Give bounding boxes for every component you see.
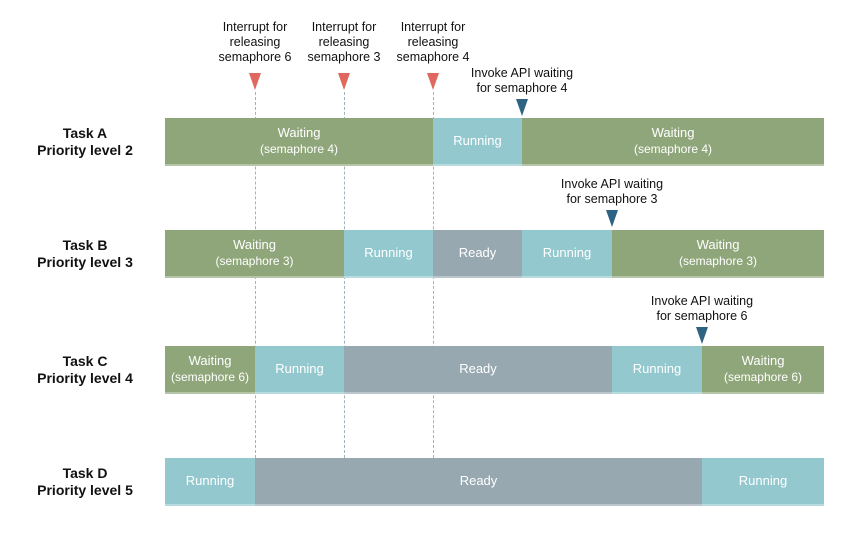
state-segment-running: Running: [344, 230, 433, 278]
task-name: Task D: [62, 465, 108, 481]
annotation-line: semaphore 4: [396, 50, 470, 64]
annotation-line: Invoke API waiting: [560, 177, 664, 191]
annotation-line: for semaphore 3: [566, 192, 658, 206]
annotation-line: Invoke API waiting: [470, 66, 574, 80]
segment-label: Running: [275, 361, 324, 376]
segment-label: Running: [185, 473, 235, 488]
segment-sublabel: (semaphore 3): [215, 254, 294, 268]
state-segment-running: Running: [255, 346, 344, 394]
api-call-marker-icon: [606, 210, 618, 227]
task-label: Task B Priority level 3: [20, 237, 150, 271]
annotation-line: releasing: [407, 35, 459, 49]
interrupt-marker-icon: [427, 73, 439, 90]
segment-label: Waiting: [188, 353, 232, 368]
task-label: Task C Priority level 4: [20, 353, 150, 387]
state-segment-running: Running: [165, 458, 255, 506]
api-call-annotation: Invoke API waiting for semaphore 4: [457, 66, 587, 96]
segment-label: Ready: [458, 245, 497, 260]
state-segment-running: Running: [433, 118, 522, 166]
segment-label: Ready: [459, 361, 497, 376]
annotation-line: Interrupt for: [400, 20, 466, 34]
api-call-annotation: Invoke API waiting for semaphore 6: [637, 294, 767, 324]
state-segment-waiting: Waiting (semaphore 6): [165, 346, 255, 394]
interrupt-marker-icon: [249, 73, 261, 90]
task-name: Task C: [62, 353, 108, 369]
state-segment-waiting: Waiting (semaphore 6): [702, 346, 824, 394]
state-segment-running: Running: [612, 346, 702, 394]
interrupt-annotation: Interrupt for releasing semaphore 4: [368, 20, 498, 65]
segment-label: Running: [542, 245, 592, 260]
api-call-marker-icon: [696, 327, 708, 344]
segment-label: Running: [364, 245, 413, 260]
task-priority: Priority level 4: [37, 370, 133, 386]
segment-label: Running: [632, 361, 682, 376]
task-priority: Priority level 5: [37, 482, 133, 498]
annotation-line: for semaphore 6: [656, 309, 748, 323]
api-call-marker-icon: [516, 99, 528, 116]
segment-label: Waiting: [696, 237, 740, 252]
task-priority: Priority level 2: [37, 142, 133, 158]
task-name: Task B: [62, 237, 108, 253]
segment-sublabel: (semaphore 4): [259, 142, 339, 156]
task-name: Task A: [62, 125, 108, 141]
state-segment-waiting: Waiting (semaphore 4): [522, 118, 824, 166]
state-segment-waiting: Waiting (semaphore 3): [165, 230, 344, 278]
annotation-line: for semaphore 4: [476, 81, 568, 95]
segment-label: Waiting: [233, 237, 276, 252]
segment-sublabel: (semaphore 6): [170, 370, 250, 384]
task-priority: Priority level 3: [37, 254, 133, 270]
state-segment-running: Running: [522, 230, 612, 278]
state-segment-waiting: Waiting (semaphore 4): [165, 118, 433, 166]
segment-sublabel: (semaphore 6): [723, 370, 803, 384]
segment-label: Waiting: [277, 125, 321, 140]
state-segment-waiting: Waiting (semaphore 3): [612, 230, 824, 278]
segment-label: Waiting: [651, 125, 695, 140]
interrupt-marker-icon: [338, 73, 350, 90]
segment-sublabel: (semaphore 3): [678, 254, 758, 268]
task-label: Task D Priority level 5: [20, 465, 150, 499]
segment-label: Running: [453, 133, 502, 148]
state-segment-running: Running: [702, 458, 824, 506]
segment-label: Running: [738, 473, 788, 488]
segment-label: Waiting: [741, 353, 785, 368]
state-segment-ready: Ready: [433, 230, 522, 278]
task-scheduling-diagram: Task A Priority level 2 Waiting (semaphore …: [0, 0, 864, 540]
state-segment-ready: Ready: [255, 458, 702, 506]
api-call-annotation: Invoke API waiting for semaphore 3: [547, 177, 677, 207]
annotation-line: Invoke API waiting: [650, 294, 754, 308]
segment-label: Ready: [459, 473, 498, 488]
state-segment-ready: Ready: [344, 346, 612, 394]
task-label: Task A Priority level 2: [20, 125, 150, 159]
segment-sublabel: (semaphore 4): [633, 142, 713, 156]
